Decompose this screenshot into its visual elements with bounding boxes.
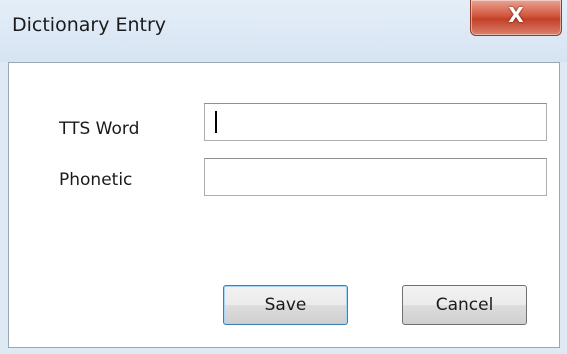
close-button[interactable]: X <box>470 0 562 36</box>
phonetic-input[interactable] <box>204 158 547 196</box>
dictionary-entry-dialog: Dictionary Entry X TTS Word Phonetic Sav… <box>0 0 567 354</box>
cancel-button[interactable]: Cancel <box>402 285 527 325</box>
phonetic-label: Phonetic <box>59 170 133 190</box>
window-title: Dictionary Entry <box>12 14 167 36</box>
save-button[interactable]: Save <box>223 285 348 325</box>
close-icon: X <box>508 3 524 27</box>
tts-word-input[interactable] <box>204 103 547 141</box>
text-caret <box>215 111 217 133</box>
title-bar[interactable]: Dictionary Entry X <box>0 0 567 62</box>
tts-word-label: TTS Word <box>59 119 140 139</box>
dialog-content: TTS Word Phonetic Save Cancel <box>8 62 560 348</box>
